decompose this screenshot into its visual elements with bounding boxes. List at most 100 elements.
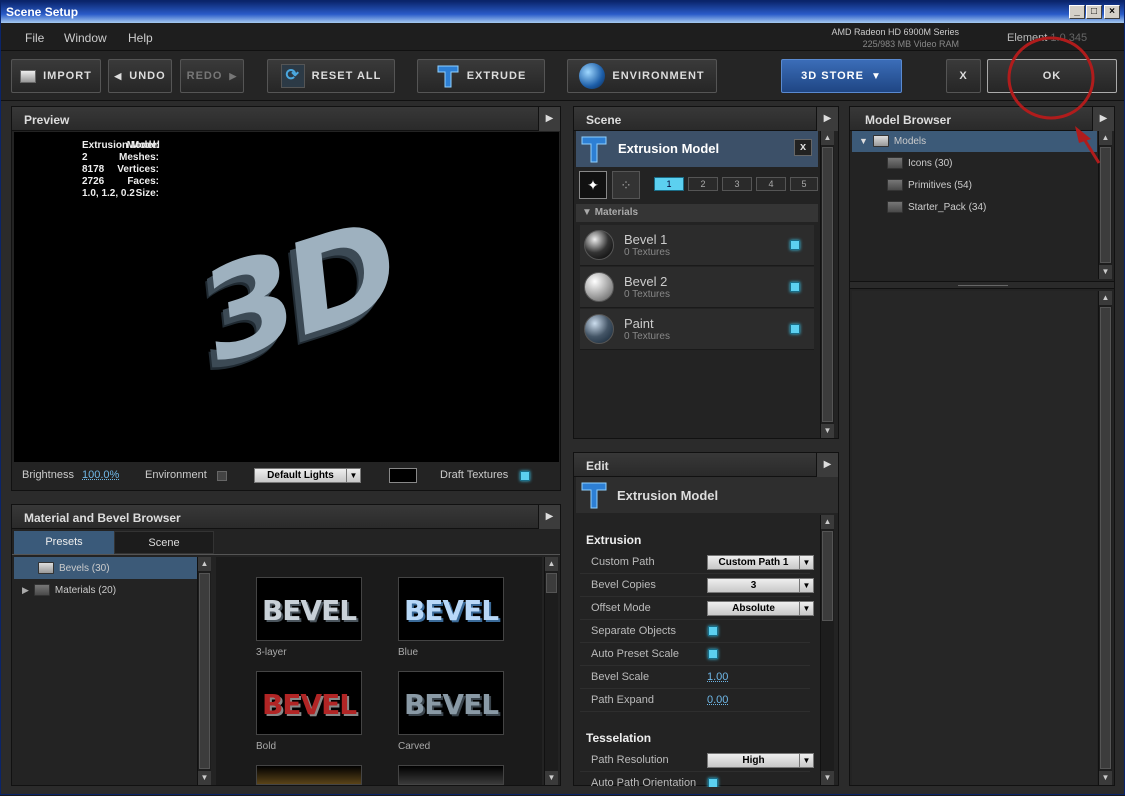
particles-mode-icon[interactable]: ⁘ — [612, 171, 640, 199]
background-color-swatch[interactable] — [389, 468, 417, 483]
auto-path-orientation-row: Auto Path Orientation — [580, 772, 810, 787]
scroll-thumb[interactable] — [1100, 147, 1111, 263]
menu-window[interactable]: Window — [64, 31, 107, 45]
close-window-button[interactable]: × — [1104, 5, 1120, 19]
scroll-up-icon[interactable]: ▲ — [198, 557, 211, 571]
scroll-thumb[interactable] — [546, 573, 557, 593]
preview-expand-button[interactable]: ▶ — [538, 107, 560, 131]
brightness-value[interactable]: 100.0% — [82, 469, 119, 481]
material-browser-expand-button[interactable]: ▶ — [538, 505, 560, 529]
scroll-down-icon[interactable]: ▼ — [1099, 265, 1112, 279]
scroll-up-icon[interactable]: ▲ — [1099, 131, 1112, 145]
preview-viewport[interactable]: Model: Meshes: Vertices: Faces: Size: Ex… — [14, 132, 559, 462]
layer-1-button[interactable]: 1 — [654, 177, 684, 191]
scroll-down-icon[interactable]: ▼ — [821, 424, 834, 438]
separate-objects-checkbox[interactable] — [708, 626, 718, 636]
materials-section-header[interactable]: ▼ Materials — [576, 204, 818, 222]
extrude-button[interactable]: EXTRUDE — [417, 59, 545, 93]
edit-expand-button[interactable]: ▶ — [816, 453, 838, 477]
material-row-paint[interactable]: Paint 0 Textures — [580, 309, 814, 350]
bevel-copies-dropdown[interactable]: 3 ▼ — [707, 578, 814, 593]
cancel-button[interactable]: X — [946, 59, 981, 93]
environment-checkbox[interactable] — [217, 471, 227, 481]
preset-thumbnail-partial[interactable] — [256, 765, 362, 785]
material-visible-checkbox[interactable] — [790, 282, 800, 292]
scene-header: Scene — [574, 107, 838, 131]
scene-scrollbar[interactable]: ▲ ▼ — [820, 131, 834, 438]
auto-preset-scale-checkbox[interactable] — [708, 649, 718, 659]
arrow-left-icon: ◀ — [114, 70, 123, 81]
preset-caption: 3-layer — [256, 647, 287, 658]
model-tree-scrollbar[interactable]: ▲ ▼ — [1098, 131, 1112, 279]
material-visible-checkbox[interactable] — [790, 324, 800, 334]
scene-expand-button[interactable]: ▶ — [816, 107, 838, 131]
auto-path-orientation-checkbox[interactable] — [708, 778, 718, 787]
material-visible-checkbox[interactable] — [790, 240, 800, 250]
ok-button[interactable]: OK — [987, 59, 1117, 93]
import-button[interactable]: IMPORT — [11, 59, 101, 93]
preset-thumbnail-3-layer[interactable]: BEVEL — [256, 577, 362, 641]
reset-all-button[interactable]: ⟳ RESET ALL — [267, 59, 395, 93]
menu-file[interactable]: File — [25, 31, 44, 45]
scroll-thumb[interactable] — [822, 147, 833, 422]
title-bar: Scene Setup _ □ × — [1, 1, 1124, 23]
layer-2-button[interactable]: 2 — [688, 177, 718, 191]
minimize-button[interactable]: _ — [1069, 5, 1085, 19]
scroll-thumb[interactable] — [199, 573, 210, 769]
grid-scrollbar[interactable]: ▲ ▼ — [544, 557, 558, 785]
custom-path-dropdown[interactable]: Custom Path 1 ▼ — [707, 555, 814, 570]
scroll-down-icon[interactable]: ▼ — [1099, 771, 1112, 785]
scroll-down-icon[interactable]: ▼ — [545, 771, 558, 785]
preset-thumbnail-bold[interactable]: BEVEL — [256, 671, 362, 735]
scroll-up-icon[interactable]: ▲ — [821, 515, 834, 529]
scroll-thumb[interactable] — [1100, 307, 1111, 769]
tree-scrollbar[interactable]: ▲ ▼ — [197, 557, 211, 785]
lights-dropdown[interactable]: Default Lights ▼ — [254, 468, 361, 483]
scene-model-row[interactable]: Extrusion Model x — [576, 131, 818, 167]
scene-title: Scene — [586, 113, 622, 127]
material-row-bevel-1[interactable]: Bevel 1 0 Textures — [580, 225, 814, 266]
menu-help[interactable]: Help — [128, 31, 153, 45]
material-browser-header: Material and Bevel Browser — [12, 505, 560, 529]
tree-item-starter-pack[interactable]: Starter_Pack (34) — [887, 201, 986, 213]
path-expand-value[interactable]: 0.00 — [707, 694, 728, 706]
split-handle[interactable] — [850, 281, 1114, 289]
offset-mode-dropdown[interactable]: Absolute ▼ — [707, 601, 814, 616]
tree-item-bevels[interactable]: Bevels (30) — [38, 562, 110, 574]
tab-scene[interactable]: Scene — [114, 531, 214, 554]
environment-button[interactable]: ENVIRONMENT — [567, 59, 717, 93]
layer-4-button[interactable]: 4 — [756, 177, 786, 191]
redo-button[interactable]: REDO ▶ — [180, 59, 244, 93]
scroll-thumb[interactable] — [822, 531, 833, 621]
model-browser-expand-button[interactable]: ▶ — [1092, 107, 1114, 131]
preset-thumbnail-blue[interactable]: BEVEL — [398, 577, 504, 641]
scroll-down-icon[interactable]: ▼ — [198, 771, 211, 785]
object-mode-icon[interactable]: ✦ — [579, 171, 607, 199]
preset-thumbnail-partial[interactable] — [398, 765, 504, 785]
preview-controls: Brightness 100.0% Environment Default Li… — [12, 465, 560, 491]
layer-3-button[interactable]: 3 — [722, 177, 752, 191]
scroll-down-icon[interactable]: ▼ — [821, 771, 834, 785]
path-resolution-dropdown[interactable]: High ▼ — [707, 753, 814, 768]
material-row-bevel-2[interactable]: Bevel 2 0 Textures — [580, 267, 814, 308]
maximize-button[interactable]: □ — [1086, 5, 1102, 19]
draft-textures-checkbox[interactable] — [520, 471, 530, 481]
tree-item-materials[interactable]: ▶ Materials (20) — [22, 584, 116, 596]
3d-store-button[interactable]: 3D STORE ▼ — [781, 59, 902, 93]
bevel-scale-value[interactable]: 1.00 — [707, 671, 728, 683]
preset-thumbnail-carved[interactable]: BEVEL — [398, 671, 504, 735]
tree-item-primitives[interactable]: Primitives (54) — [887, 179, 972, 191]
model-grid-scrollbar[interactable]: ▲ ▼ — [1098, 291, 1112, 785]
remove-model-button[interactable]: x — [794, 139, 812, 156]
scroll-up-icon[interactable]: ▲ — [821, 131, 834, 145]
globe-icon — [579, 63, 606, 89]
folder-icon — [887, 201, 903, 213]
tree-item-icons[interactable]: Icons (30) — [887, 157, 952, 169]
scroll-up-icon[interactable]: ▲ — [1099, 291, 1112, 305]
tab-presets[interactable]: Presets — [14, 531, 114, 554]
scroll-up-icon[interactable]: ▲ — [545, 557, 558, 571]
tree-item-models[interactable]: ▼ Models — [859, 135, 926, 147]
layer-5-button[interactable]: 5 — [790, 177, 818, 191]
edit-scrollbar[interactable]: ▲ ▼ — [820, 515, 834, 785]
undo-button[interactable]: ◀ UNDO — [108, 59, 172, 93]
